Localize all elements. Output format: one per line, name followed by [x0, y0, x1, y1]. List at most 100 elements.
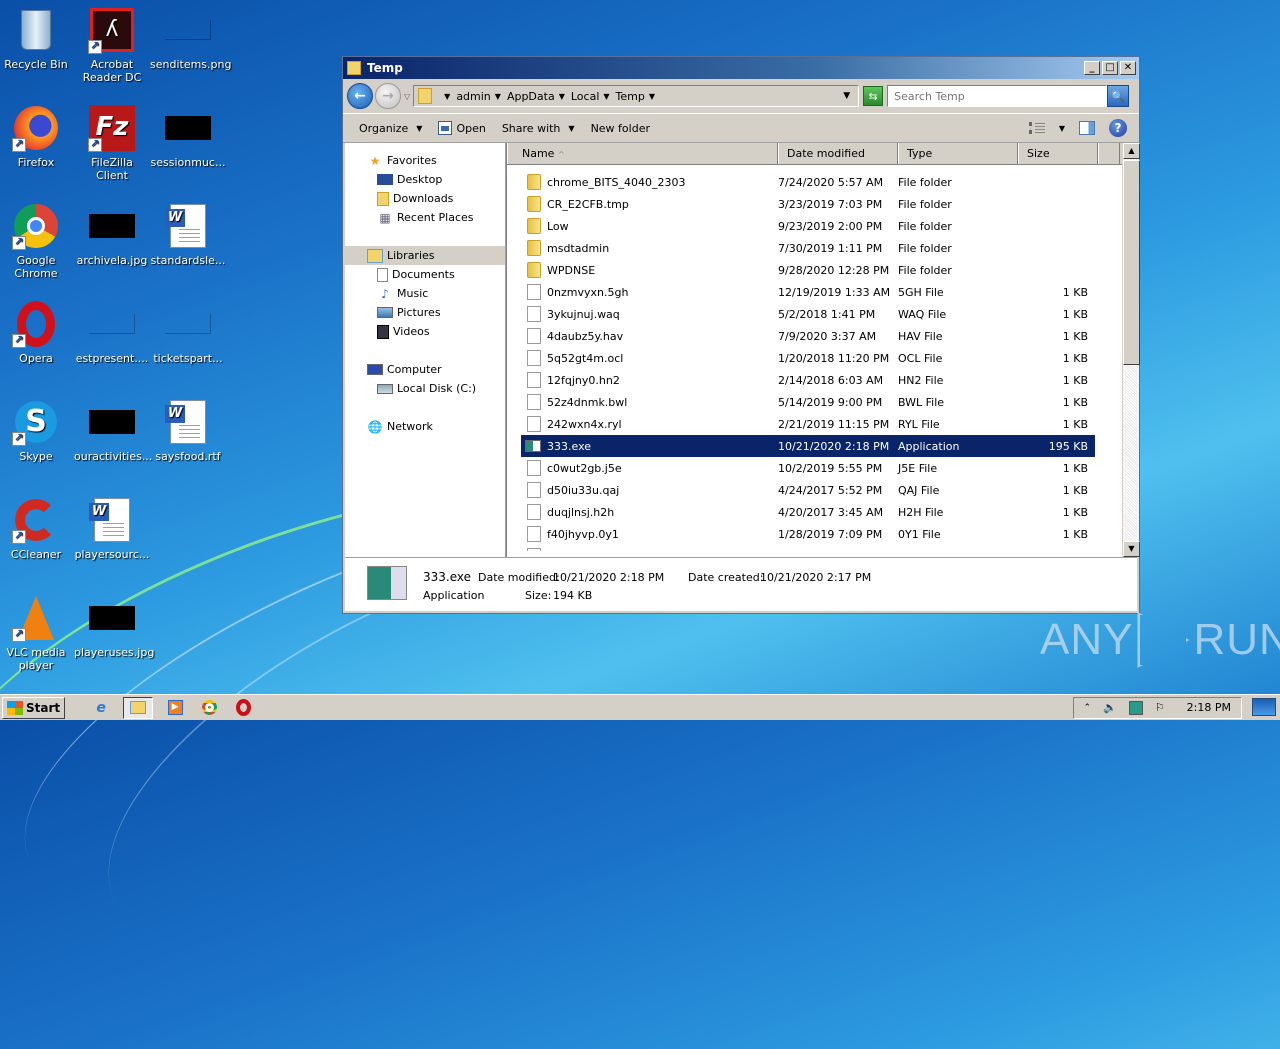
new-folder-button[interactable]: New folder: [583, 116, 658, 140]
media-player-icon[interactable]: ▶: [163, 697, 187, 719]
desktop-icon-vlc-media-player[interactable]: VLC media player: [0, 594, 74, 672]
address-bar[interactable]: ▼ admin ▼ AppData ▼ Local ▼ Temp ▼ ▼: [413, 85, 860, 107]
scroll-down-button[interactable]: ▼: [1123, 541, 1140, 557]
file-row[interactable]: 333.exe 10/21/2020 2:18 PM Application 195 …: [521, 435, 1095, 457]
windows-explorer-icon[interactable]: [123, 696, 154, 719]
nav-favorites[interactable]: ★ Favorites: [345, 151, 505, 170]
nav-recent-places[interactable]: ▦ Recent Places: [345, 208, 505, 227]
file-row[interactable]: 52z4dnmk.bwl 5/14/2019 9:00 PM BWL File 1 K…: [521, 391, 1095, 413]
opera-icon[interactable]: [231, 697, 255, 719]
file-row[interactable]: flbt11a.scr 4/22/2020 7:50 PMSCR File1 KB: [521, 545, 1095, 551]
desktop-icon-sessionmuc[interactable]: sessionmuc...: [150, 104, 226, 169]
taskbar: Start e ▶ ⌃ 🔈 ⚐ 2:18 PM: [0, 694, 1280, 720]
organize-button[interactable]: Organize ▼: [351, 116, 430, 140]
share-with-button[interactable]: Share with ▼: [494, 116, 583, 140]
breadcrumb-arrow-icon[interactable]: ▼: [559, 92, 565, 101]
file-row[interactable]: c0wut2gb.j5e 10/2/2019 5:55 PM J5E File 1 K…: [521, 457, 1095, 479]
nav-downloads[interactable]: Downloads: [345, 189, 505, 208]
clock[interactable]: 2:18 PM: [1187, 701, 1231, 714]
scroll-thumb[interactable]: [1123, 160, 1140, 365]
file-row[interactable]: 5q52gt4m.ocl 1/20/2018 11:20 PM OCL File 1 …: [521, 347, 1095, 369]
file-row[interactable]: CR_E2CFB.tmp 3/23/2019 7:03 PM File folder: [521, 193, 1095, 215]
desktop-icon-opera[interactable]: Opera: [0, 300, 74, 365]
nav-network[interactable]: 🌐 Network: [345, 417, 505, 436]
file-row[interactable]: duqjlnsj.h2h 4/20/2017 3:45 AM H2H File 1 K…: [521, 501, 1095, 523]
refresh-button[interactable]: ⇆: [863, 86, 884, 106]
desktop-icon-saysfood-rtf[interactable]: saysfood.rtf: [150, 398, 226, 463]
search-button[interactable]: 🔍: [1107, 85, 1130, 107]
column-header-type[interactable]: Type: [898, 143, 1018, 164]
nav-music[interactable]: ♪ Music: [345, 284, 505, 303]
file-row[interactable]: d50iu33u.qaj 4/24/2017 5:52 PM QAJ File 1 K…: [521, 479, 1095, 501]
action-center-flag-icon[interactable]: ⚐: [1155, 701, 1165, 714]
internet-explorer-icon[interactable]: e: [89, 697, 113, 719]
start-button[interactable]: Start: [2, 696, 66, 719]
breadcrumb-arrow-icon[interactable]: ▼: [444, 92, 450, 101]
show-hidden-icons-button[interactable]: ⌃: [1084, 703, 1092, 713]
nav-pictures[interactable]: Pictures: [345, 303, 505, 322]
breadcrumb-item-temp[interactable]: Temp: [616, 90, 645, 103]
nav-videos[interactable]: Videos: [345, 322, 505, 341]
scroll-up-button[interactable]: ▲: [1123, 143, 1140, 159]
volume-icon[interactable]: 🔈: [1103, 701, 1117, 714]
desktop-icon-google-chrome[interactable]: Google Chrome: [0, 202, 74, 280]
desktop-icon-filezilla-client[interactable]: Fz FileZilla Client: [74, 104, 150, 182]
desktop-icon-recycle-bin[interactable]: Recycle Bin: [0, 6, 74, 71]
network-status-icon[interactable]: [1128, 700, 1143, 715]
search-input[interactable]: [887, 85, 1108, 107]
breadcrumb-arrow-icon[interactable]: ▼: [603, 92, 609, 101]
column-header-name[interactable]: Name ^: [507, 143, 778, 164]
breadcrumb-item-appdata[interactable]: AppData: [507, 90, 555, 103]
help-icon[interactable]: ?: [1109, 119, 1127, 137]
show-desktop-button[interactable]: [1252, 698, 1276, 716]
change-view-icon[interactable]: [1028, 122, 1045, 134]
title-bar[interactable]: Temp _ □ ✕: [343, 57, 1139, 79]
breadcrumb-arrow-icon[interactable]: ▼: [495, 92, 501, 101]
forward-button[interactable]: →: [375, 83, 401, 109]
column-header-size[interactable]: Size: [1018, 143, 1098, 164]
recent-pages-dropdown[interactable]: ▽: [404, 92, 410, 101]
file-row[interactable]: 12fqjny0.hn2 2/14/2018 6:03 AM HN2 File 1 K…: [521, 369, 1095, 391]
breadcrumb-arrow-icon[interactable]: ▼: [649, 92, 655, 101]
column-header-date[interactable]: Date modified: [778, 143, 898, 164]
file-row[interactable]: 3ykujnuj.waq 5/2/2018 1:41 PM WAQ File 1 KB: [521, 303, 1095, 325]
desktop-icon-archivela-jpg[interactable]: archivela.jpg: [74, 202, 150, 267]
open-button[interactable]: Open: [430, 116, 493, 140]
file-row[interactable]: WPDNSE 9/28/2020 12:28 PM File folder: [521, 259, 1095, 281]
file-row[interactable]: 242wxn4x.ryl 2/21/2019 11:15 PM RYL File 1 …: [521, 413, 1095, 435]
vertical-scrollbar[interactable]: ▲ ▼: [1122, 143, 1140, 557]
desktop-icon-standardsle[interactable]: standardsle...: [150, 202, 226, 267]
desktop-icon-playeruses-jpg[interactable]: playeruses.jpg: [74, 594, 154, 659]
breadcrumb-item-admin[interactable]: admin: [456, 90, 490, 103]
close-button[interactable]: ✕: [1120, 61, 1136, 75]
file-row[interactable]: msdtadmin 7/30/2019 1:11 PM File folder: [521, 237, 1095, 259]
file-row[interactable]: f40jhyvp.0y1 1/28/2019 7:09 PM 0Y1 File 1 K…: [521, 523, 1095, 545]
chrome-icon[interactable]: [197, 697, 221, 719]
breadcrumb-item-local[interactable]: Local: [571, 90, 600, 103]
desktop-icon-skype[interactable]: S Skype: [0, 398, 74, 463]
preview-pane-icon[interactable]: [1079, 121, 1095, 135]
desktop-icon-estpresent[interactable]: estpresent....: [74, 300, 150, 365]
desktop-icon-ccleaner[interactable]: CCleaner: [0, 496, 74, 561]
minimize-button[interactable]: _: [1084, 61, 1100, 75]
nav-local-disk[interactable]: Local Disk (C:): [345, 379, 505, 398]
desktop-icon-firefox[interactable]: Firefox: [0, 104, 74, 169]
nav-libraries[interactable]: Libraries: [345, 246, 505, 265]
nav-computer[interactable]: Computer: [345, 360, 505, 379]
desktop-icon-ouractivities[interactable]: ouractivities...: [74, 398, 152, 463]
file-row[interactable]: chrome_BITS_4040_2303 7/24/2020 5:57 AM Fi…: [521, 171, 1095, 193]
desktop-icon-ticketspart[interactable]: ticketspart...: [150, 300, 226, 365]
nav-documents[interactable]: Documents: [345, 265, 505, 284]
maximize-button[interactable]: □: [1102, 61, 1118, 75]
views-dropdown-icon[interactable]: ▼: [1059, 124, 1065, 133]
desktop-icon-playersourc[interactable]: playersourc...: [74, 496, 150, 561]
nav-desktop[interactable]: Desktop: [345, 170, 505, 189]
desktop-icon-senditems-png[interactable]: senditems.png: [150, 6, 231, 71]
file-row[interactable]: 4daubz5y.hav 7/9/2020 3:37 AM HAV File 1 KB: [521, 325, 1095, 347]
address-dropdown-icon[interactable]: ▼: [843, 91, 850, 101]
back-button[interactable]: ←: [347, 83, 373, 109]
file-icon: [527, 482, 541, 498]
file-row[interactable]: Low 9/23/2019 2:00 PM File folder: [521, 215, 1095, 237]
desktop-icon-acrobat-reader-dc[interactable]: ʎ Acrobat Reader DC: [74, 6, 150, 84]
file-row[interactable]: 0nzmvyxn.5gh 12/19/2019 1:33 AM 5GH File 1 …: [521, 281, 1095, 303]
